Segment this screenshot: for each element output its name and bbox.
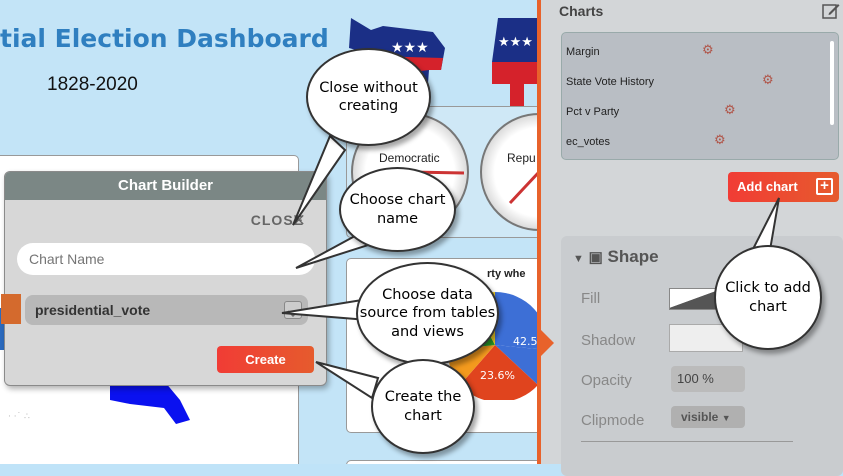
data-source-value: presidential_vote bbox=[35, 302, 151, 318]
caret-down-icon: ▼ bbox=[573, 253, 584, 265]
close-icon[interactable]: × bbox=[292, 210, 306, 230]
pie-label-1: 42.5 bbox=[513, 335, 538, 348]
callout-name: Choose chart name bbox=[339, 167, 456, 252]
bottom-panel bbox=[346, 460, 540, 464]
clipmode-label: Clipmode bbox=[581, 412, 645, 429]
list-scrollbar[interactable] bbox=[830, 41, 834, 125]
gear-icon[interactable]: ⚙ bbox=[762, 73, 774, 88]
chart-builder-dialog: Chart Builder CLOSE × presidential_vote … bbox=[1, 171, 327, 386]
pie-title: rty whe bbox=[487, 268, 526, 280]
dashboard-title: tial Election Dashboard bbox=[0, 24, 329, 53]
properties-panel: Charts Margin ⚙ State Vote History ⚙ Pct… bbox=[541, 0, 843, 476]
chart-item-pct-v-party[interactable]: Pct v Party bbox=[566, 106, 619, 118]
edit-icon[interactable] bbox=[822, 2, 840, 20]
opacity-input[interactable]: 100 % bbox=[671, 366, 745, 392]
chart-list: Margin ⚙ State Vote History ⚙ Pct v Part… bbox=[561, 32, 839, 160]
svg-text:★★★: ★★★ bbox=[498, 35, 533, 50]
shadow-label: Shadow bbox=[581, 332, 636, 349]
shape-header[interactable]: ▼ ▣ Shape bbox=[573, 247, 659, 267]
callout-close: Close without creating bbox=[306, 48, 431, 146]
gear-icon[interactable]: ⚙ bbox=[702, 43, 714, 58]
charts-title: Charts bbox=[559, 3, 604, 19]
republican-elephant-logo: ★★★ bbox=[492, 18, 540, 106]
chart-name-input[interactable] bbox=[17, 243, 315, 275]
create-button[interactable]: Create bbox=[217, 346, 314, 373]
callout-add: Click to add chart bbox=[714, 245, 822, 350]
data-source-select[interactable]: presidential_vote bbox=[25, 295, 308, 325]
opacity-label: Opacity bbox=[581, 372, 632, 389]
republican-gauge-needle bbox=[508, 170, 540, 205]
hawaii-dots: · ·˙ ∴ bbox=[8, 412, 30, 422]
chart-builder-title: Chart Builder bbox=[5, 172, 326, 200]
blue-strip bbox=[1, 294, 21, 324]
pie-label-2: 23.6% bbox=[480, 369, 515, 382]
chart-item-state-vote-history[interactable]: State Vote History bbox=[566, 76, 654, 88]
caret-down-icon: ▼ bbox=[721, 413, 731, 423]
dashboard-years: 1828-2020 bbox=[47, 74, 138, 95]
panel-tab-arrow bbox=[541, 330, 554, 356]
divider-line bbox=[581, 441, 793, 442]
gear-icon[interactable]: ⚙ bbox=[714, 133, 726, 148]
shape-title: Shape bbox=[607, 247, 659, 266]
chevron-down-icon[interactable] bbox=[284, 301, 302, 319]
callout-source: Choose data source from tables and views bbox=[356, 262, 499, 365]
fill-label: Fill bbox=[581, 290, 601, 307]
add-chart-button[interactable]: Add chart + bbox=[728, 172, 839, 202]
add-chart-label: Add chart bbox=[737, 179, 798, 194]
callout-create: Create the chart bbox=[371, 359, 475, 454]
chart-item-margin[interactable]: Margin bbox=[566, 46, 600, 58]
gear-icon[interactable]: ⚙ bbox=[724, 103, 736, 118]
clipmode-value: visible bbox=[681, 410, 719, 424]
clipmode-select[interactable]: visible ▼ bbox=[671, 406, 745, 428]
chart-item-ec-votes[interactable]: ec_votes bbox=[566, 136, 610, 148]
plus-icon: + bbox=[816, 178, 833, 195]
image-icon: ▣ bbox=[588, 249, 603, 266]
